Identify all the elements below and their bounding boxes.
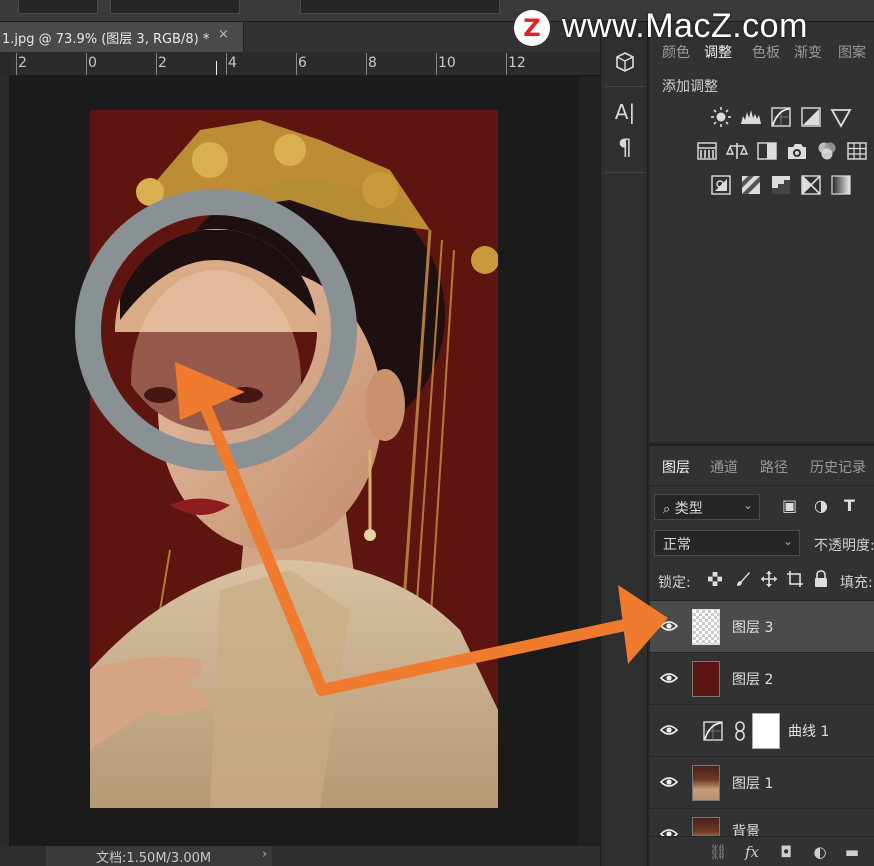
layer-name[interactable]: 图层 3 [732, 617, 773, 637]
eye-visibility-icon[interactable] [659, 721, 679, 739]
layer-thumbnail-photo [692, 765, 720, 801]
tab-layers[interactable]: 图层 [662, 457, 690, 477]
ruler-label: 4 [228, 55, 237, 71]
chevron-down-icon: ⌄ [782, 534, 793, 548]
curves-icon[interactable] [770, 106, 792, 128]
pixel-layer-filter-icon[interactable]: ▣ [782, 496, 797, 515]
eye-visibility-icon[interactable] [659, 669, 679, 687]
lock-artboard-icon[interactable] [786, 570, 804, 588]
fill-label: 填充: [840, 575, 873, 591]
ruler-label: 0 [88, 55, 97, 71]
lock-all-icon[interactable] [812, 570, 830, 588]
color-balance-icon[interactable] [725, 140, 749, 162]
status-bar: 文档:1.50M/3.00M › [0, 846, 600, 866]
chain-link-icon[interactable] [734, 721, 746, 741]
ruler-label: 10 [438, 55, 456, 71]
layer-mask-thumbnail[interactable] [752, 713, 780, 749]
invert-icon[interactable] [710, 174, 732, 196]
link-layers-icon[interactable]: ⛓ [708, 842, 728, 862]
character-panel-glyph: A| [614, 100, 636, 124]
lock-transparent-pixels-icon[interactable] [706, 570, 724, 588]
ruler-label: 2 [18, 55, 27, 71]
new-group-folder-icon[interactable]: ▬ [842, 842, 862, 862]
channel-mixer-icon[interactable] [816, 140, 838, 162]
document-size-status: 文档:1.50M/3.00M [96, 851, 212, 866]
brightness-contrast-icon[interactable] [710, 106, 732, 128]
curves-adjustment-icon [702, 720, 724, 742]
lock-row: 锁定: 填充: [654, 568, 874, 594]
blend-mode-value: 正常 [663, 537, 691, 553]
status-menu-icon[interactable]: › [262, 847, 267, 862]
add-adjustment-title: 添加调整 [662, 79, 718, 95]
new-adjustment-layer-icon[interactable]: ◐ [810, 842, 830, 862]
layer-thumbnail-transparent [692, 609, 720, 645]
type-layer-filter-icon[interactable]: T [844, 496, 855, 515]
add-mask-icon[interactable]: ◘ [776, 842, 796, 862]
layer-name[interactable]: 图层 1 [732, 773, 773, 793]
tab-channels[interactable]: 通道 [710, 457, 738, 477]
watermark: Z www.MacZ.com [514, 7, 870, 52]
posterize-icon[interactable] [740, 174, 762, 196]
layer-row[interactable]: 图层 2 [650, 652, 874, 704]
color-lookup-icon[interactable] [846, 140, 868, 162]
watermark-logo-letter: Z [523, 14, 541, 42]
layer-style-fx-icon[interactable]: fx [742, 842, 762, 862]
watermark-text: www.MacZ.com [562, 7, 808, 45]
eye-visibility-icon[interactable] [659, 617, 679, 635]
layers-panel-tabs: 图层 通道 路径 历史记录 [650, 446, 874, 486]
search-icon: ⌕ [663, 502, 671, 517]
close-tab-icon[interactable]: × [218, 27, 229, 42]
photo-filter-icon[interactable] [786, 140, 808, 162]
portrait-illustration [90, 110, 498, 808]
options-field[interactable] [18, 0, 98, 14]
layer-row[interactable]: 图层 3 [650, 600, 874, 652]
paragraph-panel-icon[interactable]: ¶ [611, 134, 639, 162]
document-tab-title: 1.jpg @ 73.9% (图层 3, RGB/8) * [2, 32, 210, 47]
opacity-label: 不透明度: [814, 538, 874, 554]
options-field[interactable] [110, 0, 240, 14]
adjustments-panel: 颜色 调整 色板 渐变 图案 添加调整 [650, 22, 874, 442]
document-image[interactable] [90, 110, 498, 808]
vertical-ruler [0, 76, 10, 846]
lock-image-pixels-icon[interactable] [734, 570, 752, 588]
ruler-label: 6 [298, 55, 307, 71]
layer-filter-select[interactable]: ⌕ 类型 ⌄ [654, 494, 760, 520]
ruler-label: 12 [508, 55, 526, 71]
gradient-map-icon[interactable] [830, 174, 852, 196]
document-tab[interactable]: 1.jpg @ 73.9% (图层 3, RGB/8) * × [0, 22, 244, 52]
eye-visibility-icon[interactable] [659, 773, 679, 791]
black-white-icon[interactable] [756, 140, 778, 162]
panel-icon-strip: A| ¶ [600, 22, 648, 866]
character-panel-icon[interactable]: A| [611, 98, 639, 126]
blend-row: 正常 ⌄ 不透明度: [654, 530, 874, 558]
layer-filter-label: 类型 [674, 501, 703, 517]
tab-history[interactable]: 历史记录 [810, 457, 866, 477]
blend-mode-select[interactable]: 正常 ⌄ [654, 530, 800, 556]
layers-panel-footer: ⛓ fx ◘ ◐ ▬ [650, 836, 874, 866]
layer-name[interactable]: 图层 2 [732, 669, 773, 689]
chevron-down-icon: ⌄ [742, 498, 753, 512]
exposure-icon[interactable] [800, 106, 822, 128]
levels-icon[interactable] [740, 106, 762, 128]
ruler-label: 8 [368, 55, 377, 71]
3d-cube-icon[interactable] [611, 48, 639, 76]
lock-label: 锁定: [658, 575, 691, 591]
horizontal-ruler: 2 0 2 4 6 8 10 12 [10, 52, 600, 76]
selective-color-icon[interactable] [800, 174, 822, 196]
hue-saturation-icon[interactable] [696, 140, 718, 162]
lock-position-icon[interactable] [760, 570, 778, 588]
triangle-icon[interactable] [830, 106, 852, 128]
tab-paths[interactable]: 路径 [760, 457, 788, 477]
layer-filter-row: ⌕ 类型 ⌄ ▣ ◑ T [654, 494, 874, 522]
layer-row[interactable]: 曲线 1 [650, 704, 874, 756]
paragraph-panel-glyph: ¶ [618, 135, 632, 161]
layer-name[interactable]: 曲线 1 [788, 721, 829, 741]
layers-panel: 图层 通道 路径 历史记录 ⌕ 类型 ⌄ ▣ ◑ T 正常 ⌄ 不透明度: 锁定… [650, 444, 874, 866]
ruler-label: 2 [158, 55, 167, 71]
threshold-icon[interactable] [770, 174, 792, 196]
layer-thumbnail-red [692, 661, 720, 697]
layer-row[interactable]: 图层 1 [650, 756, 874, 808]
options-field[interactable] [300, 0, 500, 14]
adjustment-layer-filter-icon[interactable]: ◑ [814, 496, 828, 515]
